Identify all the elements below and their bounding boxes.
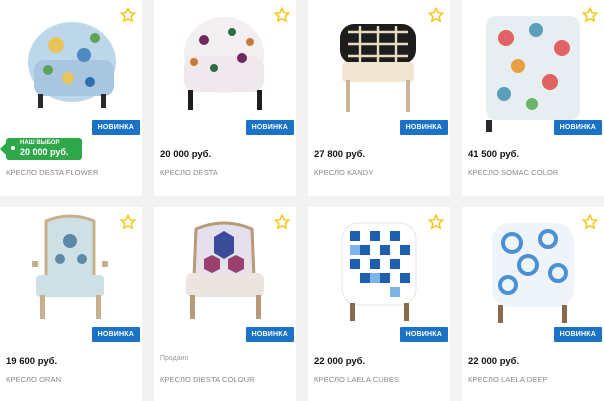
star-icon[interactable] (120, 214, 136, 230)
star-icon[interactable] (428, 214, 444, 230)
new-badge: НОВИНКА (245, 120, 294, 135)
product-card[interactable]: НОВИНКА 22 000 руб. КРЕСЛО LAELA CUBES (308, 207, 450, 401)
product-card[interactable]: НОВИНКА Продано КРЕСЛО DIESTA COLOUR (154, 207, 296, 401)
tag-price: 20 000 руб. (20, 147, 69, 157)
product-card[interactable]: НОВИНКА 19 600 руб. КРЕСЛО ORAN (0, 207, 142, 401)
product-price: 22 000 руб. (314, 356, 366, 367)
product-price: 19 600 руб. (6, 356, 58, 367)
our-choice-label: НАШ ВЫБОР (20, 140, 60, 146)
product-name[interactable]: КРЕСЛО LAELA DEEP (468, 375, 548, 384)
our-choice-price-tag: НАШ ВЫБОР 20 000 руб. (0, 138, 82, 160)
product-name[interactable]: КРЕСЛО KANDY (314, 168, 373, 177)
product-name[interactable]: КРЕСЛО SOMAC COLOR (468, 168, 558, 177)
product-price: 41 500 руб. (468, 149, 520, 160)
product-price: 22 000 руб. (468, 356, 520, 367)
tag-hole-icon (11, 146, 15, 150)
new-badge: НОВИНКА (399, 327, 448, 342)
star-icon[interactable] (274, 7, 290, 23)
product-card[interactable]: НОВИНКА 27 800 руб. КРЕСЛО KANDY (308, 0, 450, 196)
star-icon[interactable] (582, 214, 598, 230)
new-badge: НОВИНКА (399, 120, 448, 135)
product-grid: НОВИНКА НАШ ВЫБОР 20 000 руб. КРЕСЛО DES… (0, 0, 604, 401)
star-icon[interactable] (582, 7, 598, 23)
star-icon[interactable] (120, 7, 136, 23)
new-badge: НОВИНКА (91, 327, 140, 342)
product-name[interactable]: КРЕСЛО ORAN (6, 375, 61, 384)
new-badge: НОВИНКА (245, 327, 294, 342)
new-badge: НОВИНКА (553, 327, 602, 342)
product-name[interactable]: КРЕСЛО LAELA CUBES (314, 375, 399, 384)
product-card[interactable]: НОВИНКА 41 500 руб. КРЕСЛО SOMAC COLOR (462, 0, 604, 196)
new-badge: НОВИНКА (553, 120, 602, 135)
product-name[interactable]: КРЕСЛО DESTA FLOWER (6, 168, 98, 177)
product-card[interactable]: НОВИНКА 22 000 руб. КРЕСЛО LAELA DEEP (462, 207, 604, 401)
product-name[interactable]: КРЕСЛО DIESTA COLOUR (160, 375, 255, 384)
product-card[interactable]: НОВИНКА НАШ ВЫБОР 20 000 руб. КРЕСЛО DES… (0, 0, 142, 196)
product-price: 27 800 руб. (314, 149, 366, 160)
new-badge: НОВИНКА (91, 120, 140, 135)
star-icon[interactable] (274, 214, 290, 230)
product-card[interactable]: НОВИНКА 20 000 руб. КРЕСЛО DESTA (154, 0, 296, 196)
product-price: 20 000 руб. (160, 149, 212, 160)
product-name[interactable]: КРЕСЛО DESTA (160, 168, 218, 177)
star-icon[interactable] (428, 7, 444, 23)
sold-status: Продано (160, 355, 189, 362)
